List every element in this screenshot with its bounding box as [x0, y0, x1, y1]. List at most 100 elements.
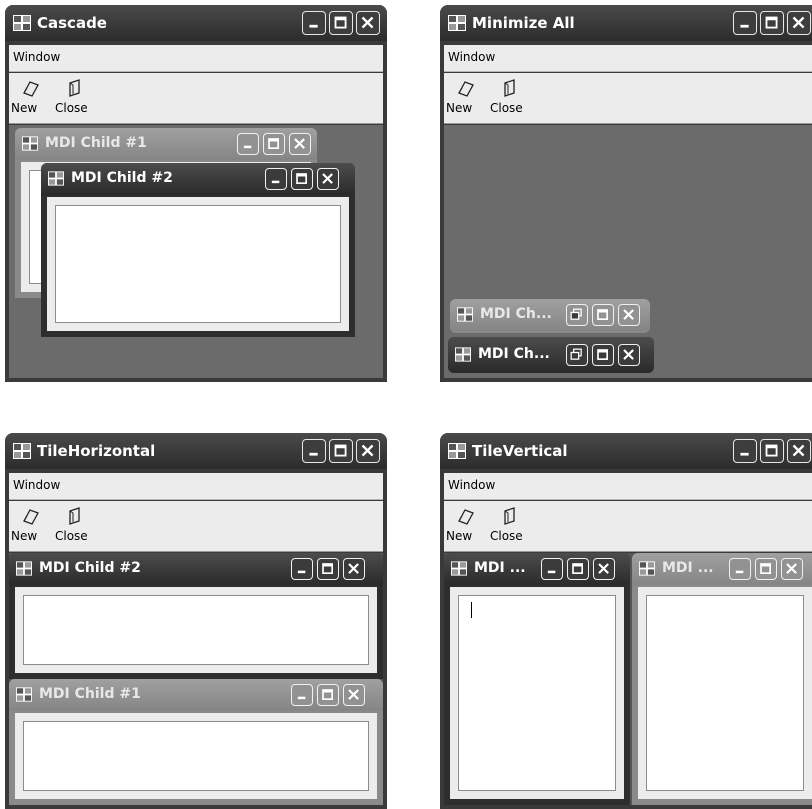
child-body	[47, 197, 349, 331]
menu-bar: Window	[9, 473, 383, 500]
minimized-child-2[interactable]: MDI Ch...	[448, 337, 654, 373]
new-label: New	[11, 529, 38, 543]
title-bar[interactable]: TileHorizontal	[5, 433, 387, 469]
text-box[interactable]	[23, 595, 369, 665]
child-maximize-button[interactable]	[317, 558, 339, 580]
child-maximize-button[interactable]	[592, 304, 614, 326]
child-close-button[interactable]	[618, 304, 640, 326]
new-label: New	[446, 101, 473, 115]
maximize-button[interactable]	[329, 439, 353, 463]
child-minimize-button[interactable]	[265, 168, 287, 190]
toolbar: New Close	[9, 73, 383, 124]
child-title: MDI Child #1	[45, 135, 147, 151]
child-minimize-button[interactable]	[729, 558, 751, 580]
child-title-bar[interactable]: MDI Child #2	[9, 553, 383, 585]
window-title: Minimize All	[472, 14, 575, 32]
title-bar[interactable]: Minimize All	[440, 5, 812, 41]
maximize-button[interactable]	[760, 11, 784, 35]
child-close-button[interactable]	[289, 133, 311, 155]
maximize-button[interactable]	[329, 11, 353, 35]
child-app-icon	[639, 561, 655, 576]
child-maximize-button[interactable]	[317, 684, 339, 706]
child-maximize-button[interactable]	[592, 344, 614, 366]
child-close-button[interactable]	[343, 558, 365, 580]
close-file-button[interactable]: Close	[55, 505, 99, 547]
child-title-bar[interactable]: MDI Ch...	[448, 337, 654, 373]
text-box[interactable]	[55, 205, 341, 323]
minimize-button[interactable]	[733, 11, 757, 35]
child-maximize-button[interactable]	[291, 168, 313, 190]
child-minimize-button[interactable]	[291, 558, 313, 580]
close-label: Close	[490, 529, 523, 543]
text-box[interactable]	[23, 721, 369, 791]
close-label: Close	[490, 101, 523, 115]
close-button[interactable]	[787, 439, 811, 463]
mdi-child-left[interactable]: MDI ...	[444, 553, 630, 805]
mdi-child-1[interactable]: MDI Child #1	[9, 679, 383, 805]
close-file-button[interactable]: Close	[55, 77, 99, 119]
tile-vertical-window: TileVertical Window New Close MDI ... MD…	[440, 433, 812, 809]
menu-window[interactable]: Window	[13, 50, 60, 64]
close-file-icon	[504, 79, 515, 97]
child-title: MDI ...	[474, 560, 526, 576]
minimize-all-window: Minimize All Window New Close MDI Ch...	[440, 5, 812, 382]
child-title-bar[interactable]: MDI ...	[632, 553, 812, 585]
child-close-button[interactable]	[781, 558, 803, 580]
child-maximize-button[interactable]	[755, 558, 777, 580]
minimized-child-1[interactable]: MDI Ch...	[450, 299, 650, 333]
new-button[interactable]: New	[446, 505, 490, 547]
child-close-button[interactable]	[618, 344, 640, 366]
maximize-button[interactable]	[760, 439, 784, 463]
menu-bar: Window	[9, 45, 383, 72]
new-label: New	[11, 101, 38, 115]
cascade-window: Cascade Window New Close MDI Child #1 MD…	[5, 5, 387, 382]
mdi-client: MDI Child #2 MDI Child #1	[9, 553, 383, 805]
menu-window[interactable]: Window	[448, 50, 495, 64]
close-button[interactable]	[787, 11, 811, 35]
toolbar: New Close	[444, 501, 812, 552]
mdi-child-2[interactable]: MDI Child #2	[41, 163, 355, 337]
menu-window[interactable]: Window	[448, 478, 495, 492]
child-title-bar[interactable]: MDI Child #1	[9, 679, 383, 711]
child-title-bar[interactable]: MDI ...	[444, 553, 630, 585]
child-close-button[interactable]	[593, 558, 615, 580]
close-file-button[interactable]: Close	[490, 77, 534, 119]
child-close-button[interactable]	[343, 684, 365, 706]
close-file-button[interactable]: Close	[490, 505, 534, 547]
minimize-button[interactable]	[733, 439, 757, 463]
child-minimize-button[interactable]	[237, 133, 259, 155]
title-bar[interactable]: TileVertical	[440, 433, 812, 469]
new-icon	[23, 509, 39, 525]
child-minimize-button[interactable]	[291, 684, 313, 706]
text-box[interactable]	[458, 595, 616, 791]
close-label: Close	[55, 529, 88, 543]
text-cursor	[471, 602, 472, 618]
child-title: MDI Ch...	[480, 306, 552, 322]
child-close-button[interactable]	[317, 168, 339, 190]
new-button[interactable]: New	[446, 77, 490, 119]
child-app-icon	[455, 347, 471, 362]
child-title: MDI Ch...	[478, 346, 550, 362]
minimize-button[interactable]	[302, 11, 326, 35]
child-app-icon	[22, 136, 38, 151]
text-box[interactable]	[646, 595, 804, 791]
child-title-bar[interactable]: MDI Child #2	[41, 163, 355, 195]
close-button[interactable]	[356, 11, 380, 35]
minimize-button[interactable]	[302, 439, 326, 463]
mdi-child-right[interactable]: MDI ...	[632, 553, 812, 805]
child-restore-button[interactable]	[566, 344, 588, 366]
child-title-bar[interactable]: MDI Child #1	[15, 128, 317, 160]
title-bar[interactable]: Cascade	[5, 5, 387, 41]
child-minimize-button[interactable]	[541, 558, 563, 580]
mdi-child-2[interactable]: MDI Child #2	[9, 553, 383, 679]
window-title: TileVertical	[472, 442, 568, 460]
menu-window[interactable]: Window	[13, 478, 60, 492]
close-button[interactable]	[356, 439, 380, 463]
child-restore-button[interactable]	[566, 304, 588, 326]
child-maximize-button[interactable]	[567, 558, 589, 580]
child-title-bar[interactable]: MDI Ch...	[450, 299, 650, 331]
child-maximize-button[interactable]	[263, 133, 285, 155]
new-button[interactable]: New	[11, 77, 55, 119]
child-body	[638, 587, 812, 799]
new-button[interactable]: New	[11, 505, 55, 547]
